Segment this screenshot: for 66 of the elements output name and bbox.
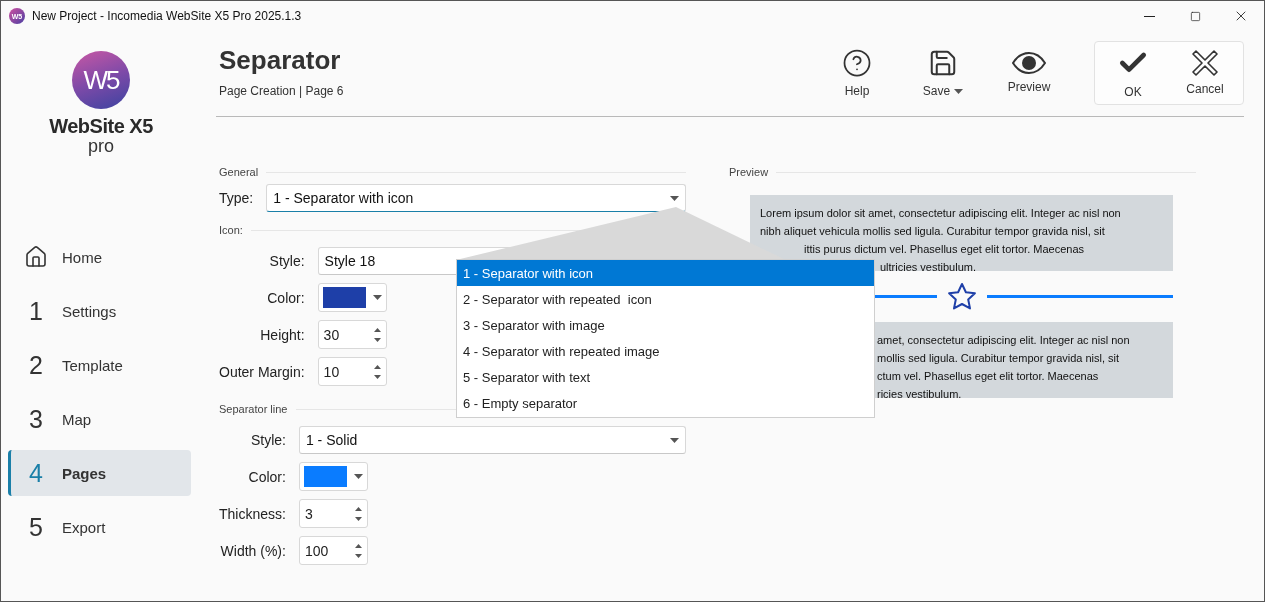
step-number: 3 — [28, 404, 44, 434]
preview-text-line: Lorem ipsum dolor sit amet, consectetur adipiscing elit. Integer ac nisl non — [760, 207, 1121, 219]
spinner-arrows-icon — [353, 542, 363, 559]
preview-text-line: amet, consectetur adipiscing elit. Integer ac nisl non — [877, 334, 1130, 346]
maximize-icon — [1189, 10, 1201, 22]
preview-text-line: ctum vel. Phasellus eget elit tortor. Maecenas — [877, 370, 1099, 382]
caret-icon — [372, 295, 382, 300]
spinner-arrows-icon — [372, 363, 382, 380]
caret-icon — [670, 195, 679, 201]
dropdown-option[interactable]: 1 - Separator with icon — [457, 260, 874, 286]
field-label: Width (%): — [219, 542, 286, 559]
home-icon — [24, 245, 48, 269]
help-icon — [842, 48, 872, 78]
star-icon — [946, 281, 977, 312]
field-label: Color: — [247, 468, 286, 485]
section-heading: Icon: — [219, 224, 243, 236]
color-picker[interactable] — [317, 283, 387, 312]
preview-text-line: ultricies vestibulum. — [880, 261, 976, 273]
logo-edition: pro — [88, 138, 114, 154]
step-number: 1 — [28, 296, 44, 326]
step-number: 5 — [28, 512, 44, 542]
toolbar-button[interactable]: Save — [900, 41, 986, 105]
toolbar-button[interactable]: Help — [814, 41, 900, 105]
logo-name: WebSite X5 — [49, 115, 153, 138]
sidebar-item[interactable]: 5 Export — [8, 504, 191, 550]
number-field[interactable]: 30 — [317, 320, 387, 349]
sidebar-item[interactable]: 1 Settings — [8, 288, 191, 334]
select-field[interactable]: 1 - Separator with icon — [266, 184, 686, 212]
number-field[interactable]: 3 — [298, 499, 368, 528]
number-field[interactable]: 10 — [317, 357, 387, 386]
toolbar-button[interactable]: Preview — [986, 41, 1072, 105]
field-label: Outer Margin: — [219, 363, 305, 380]
field-label: Thickness: — [219, 505, 286, 522]
select-field[interactable]: 1 - Solid — [298, 426, 686, 454]
section-heading: General — [219, 166, 259, 178]
sidebar-item[interactable]: Home — [8, 234, 191, 280]
section-heading: Separator line — [219, 403, 288, 415]
field-label: Style: — [268, 253, 305, 269]
preview-text-line: mollis sed ligula. Curabitur tempor gravida nisl, sit — [877, 352, 1120, 364]
dialog-button[interactable]: Cancel — [1169, 42, 1241, 104]
step-number: 4 — [28, 458, 44, 488]
spinner-arrows-icon — [372, 326, 382, 343]
field-label: Height: — [259, 326, 305, 343]
sidebar-item[interactable]: 2 Template — [8, 342, 191, 388]
caret-icon — [353, 474, 363, 479]
color-picker[interactable] — [298, 462, 368, 491]
number-field[interactable]: 100 — [298, 536, 368, 565]
step-number: 2 — [28, 350, 44, 380]
minimize-icon — [1143, 15, 1155, 17]
sidebar-item[interactable]: 4 Pages — [8, 450, 191, 496]
preview-text-line: ricies vestibulum. — [877, 388, 962, 400]
preview-text-line: ittis purus dictum vel. Phasellus eget elit tortor. Maecenas — [804, 243, 1085, 255]
dialog-button[interactable]: OK — [1097, 42, 1169, 104]
close-icon — [1192, 50, 1218, 76]
preview-text-line: nibh aliquet vehicula mollis sed ligula. Curabitur tempor gravida nisl, sit — [760, 225, 1105, 237]
breadcrumb: Page Creation | Page 6 — [219, 84, 344, 98]
field-label: Type: — [219, 190, 254, 206]
page-title: Separator — [219, 45, 342, 76]
field-label: Color: — [266, 289, 305, 306]
window-title: New Project - Incomedia WebSite X5 Pro 2025.1.3 — [32, 9, 302, 23]
spinner-arrows-icon — [353, 505, 363, 522]
sidebar-item[interactable]: 3 Map — [8, 396, 191, 442]
field-label: Style: — [249, 432, 286, 448]
eye-icon — [1012, 52, 1046, 74]
logo-mark: W5 — [72, 51, 130, 109]
section-heading: Preview — [729, 166, 769, 178]
